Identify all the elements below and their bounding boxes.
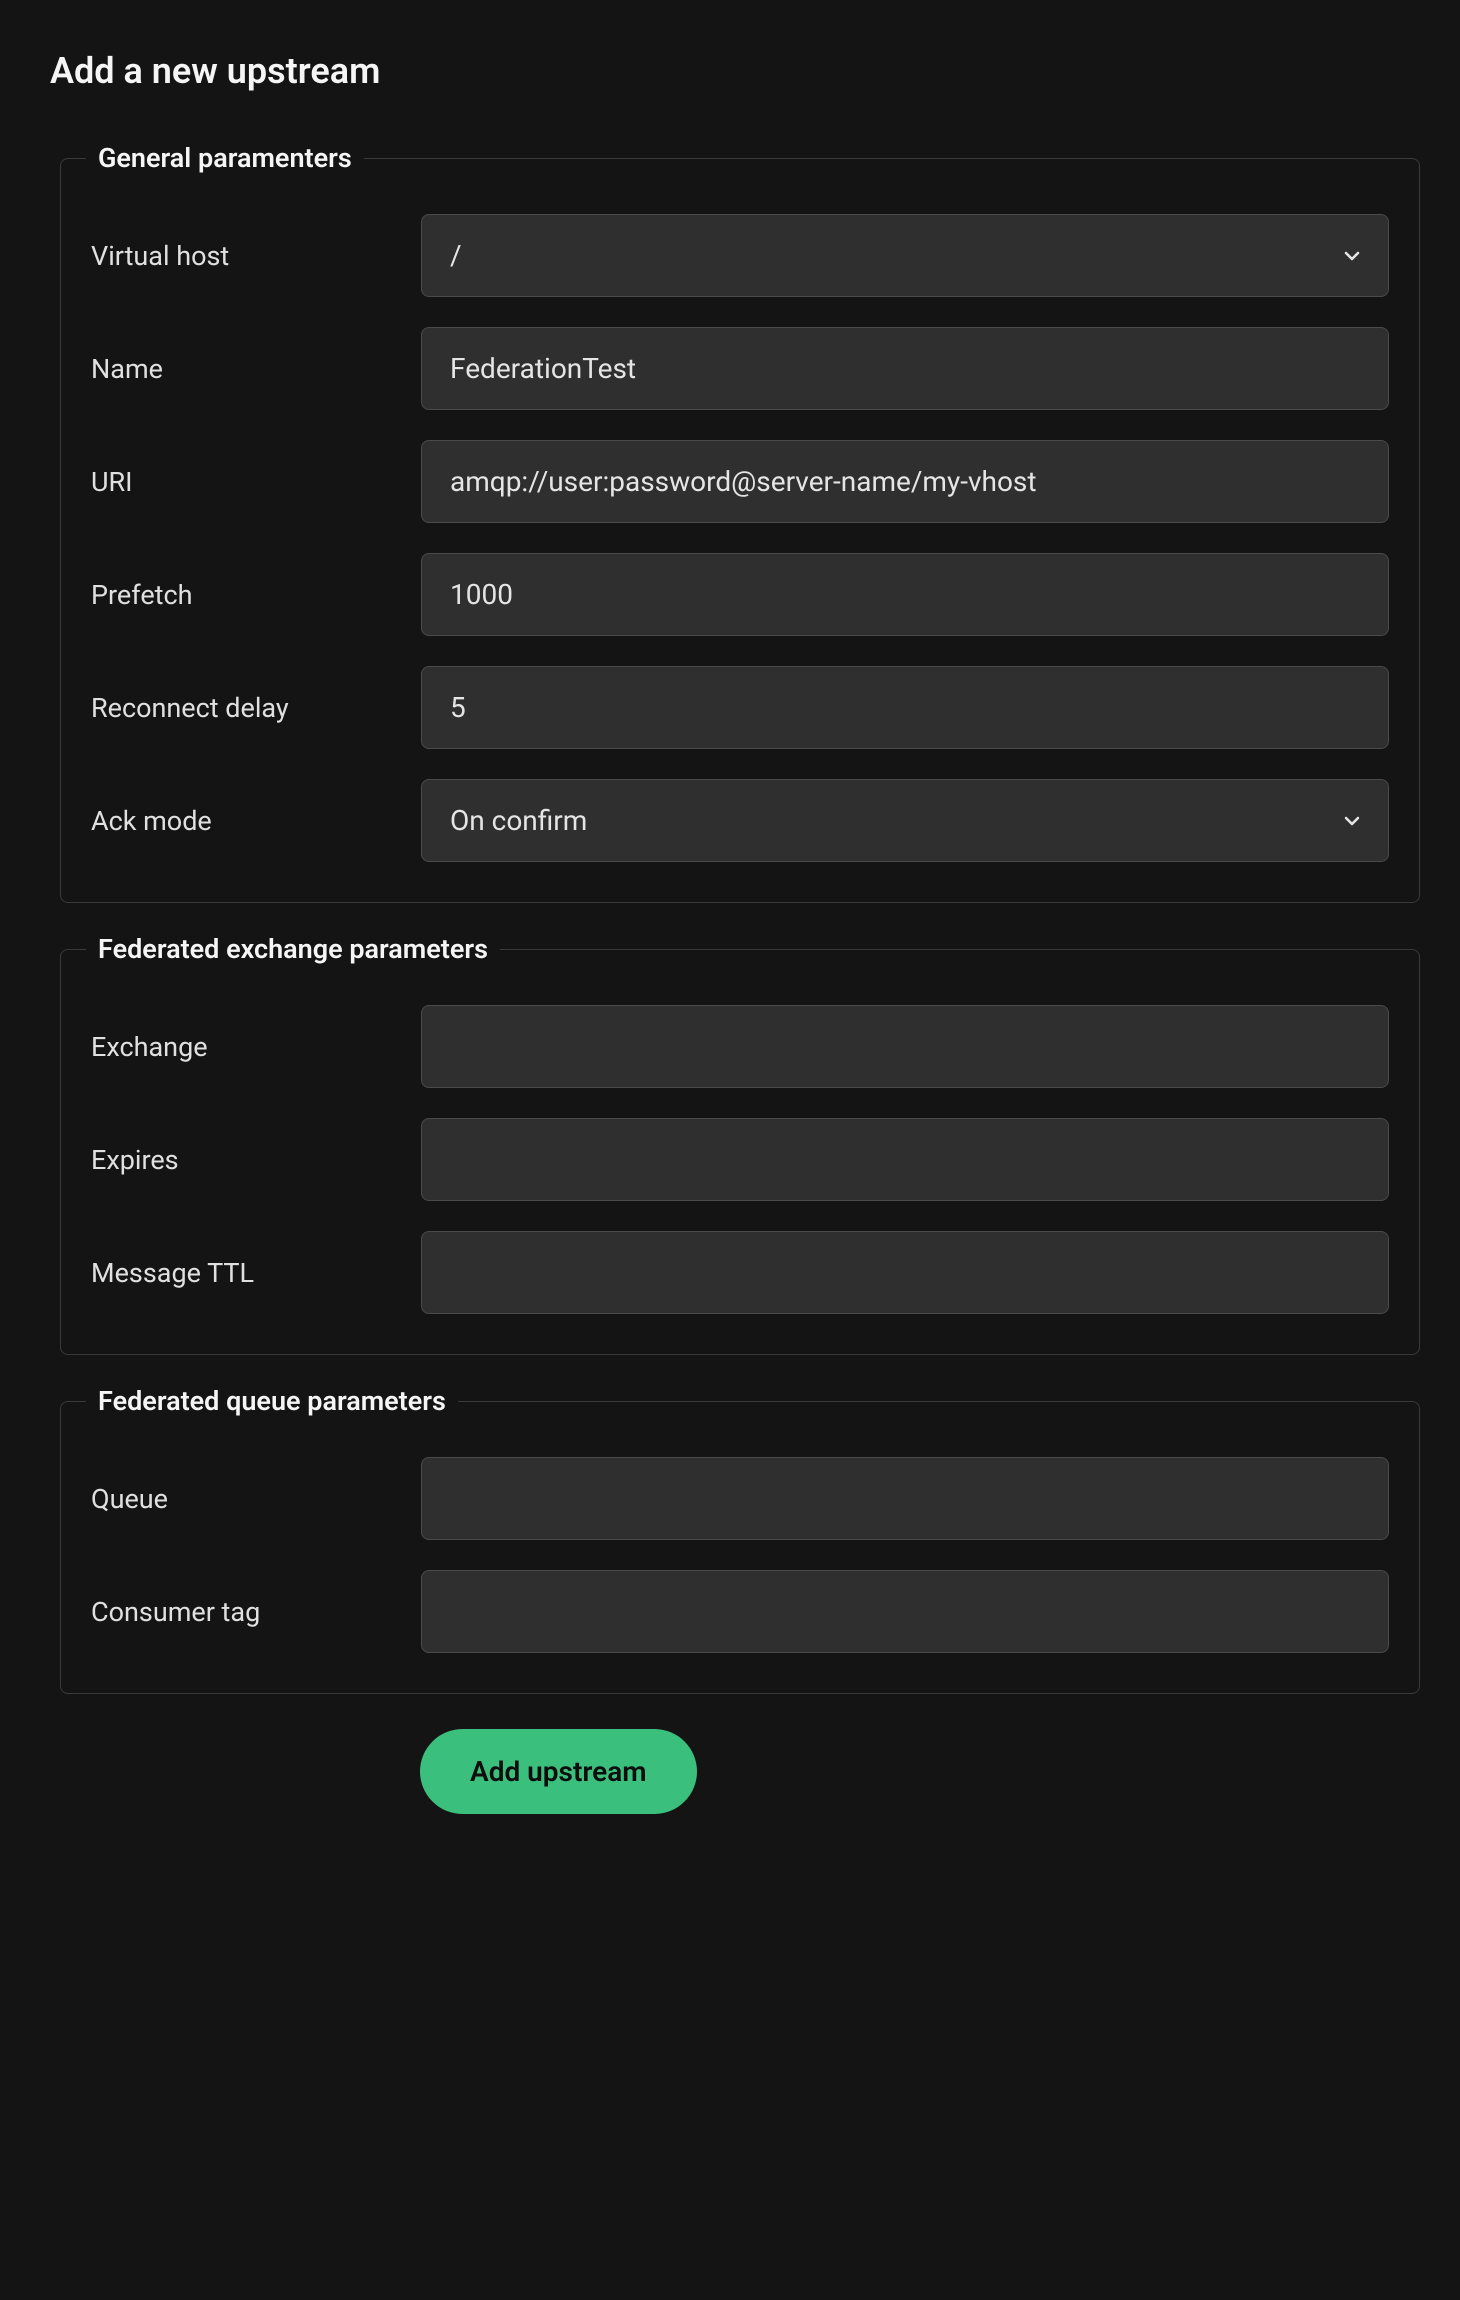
uri-input[interactable]: [421, 440, 1389, 523]
expires-label: Expires: [91, 1144, 421, 1176]
vhost-select[interactable]: /: [421, 214, 1389, 297]
submit-row: Add upstream: [60, 1729, 1420, 1814]
name-label: Name: [91, 353, 421, 385]
page-title: Add a new upstream: [40, 50, 1420, 92]
reconnect-delay-input[interactable]: [421, 666, 1389, 749]
uri-row: URI: [91, 440, 1389, 523]
ack-mode-label: Ack mode: [91, 805, 421, 837]
submit-spacer: [60, 1729, 420, 1814]
message-ttl-row: Message TTL: [91, 1231, 1389, 1314]
exchange-label: Exchange: [91, 1031, 421, 1063]
general-parameters-legend: General paramenters: [86, 142, 364, 174]
name-row: Name: [91, 327, 1389, 410]
exchange-row: Exchange: [91, 1005, 1389, 1088]
consumer-tag-input[interactable]: [421, 1570, 1389, 1653]
queue-label: Queue: [91, 1483, 421, 1515]
add-upstream-button[interactable]: Add upstream: [420, 1729, 697, 1814]
vhost-row: Virtual host /: [91, 214, 1389, 297]
uri-label: URI: [91, 466, 421, 498]
expires-input[interactable]: [421, 1118, 1389, 1201]
ack-mode-row: Ack mode On confirm: [91, 779, 1389, 862]
message-ttl-label: Message TTL: [91, 1257, 421, 1289]
vhost-label: Virtual host: [91, 240, 421, 272]
name-input[interactable]: [421, 327, 1389, 410]
consumer-tag-label: Consumer tag: [91, 1596, 421, 1628]
queue-row: Queue: [91, 1457, 1389, 1540]
general-parameters-group: General paramenters Virtual host / Name …: [60, 142, 1420, 903]
queue-input[interactable]: [421, 1457, 1389, 1540]
reconnect-delay-label: Reconnect delay: [91, 692, 421, 724]
consumer-tag-row: Consumer tag: [91, 1570, 1389, 1653]
expires-row: Expires: [91, 1118, 1389, 1201]
federated-exchange-legend: Federated exchange parameters: [86, 933, 500, 965]
federated-queue-group: Federated queue parameters Queue Consume…: [60, 1385, 1420, 1694]
ack-mode-select[interactable]: On confirm: [421, 779, 1389, 862]
federated-exchange-group: Federated exchange parameters Exchange E…: [60, 933, 1420, 1355]
prefetch-label: Prefetch: [91, 579, 421, 611]
prefetch-input[interactable]: [421, 553, 1389, 636]
message-ttl-input[interactable]: [421, 1231, 1389, 1314]
prefetch-row: Prefetch: [91, 553, 1389, 636]
federated-queue-legend: Federated queue parameters: [86, 1385, 458, 1417]
reconnect-delay-row: Reconnect delay: [91, 666, 1389, 749]
exchange-input[interactable]: [421, 1005, 1389, 1088]
